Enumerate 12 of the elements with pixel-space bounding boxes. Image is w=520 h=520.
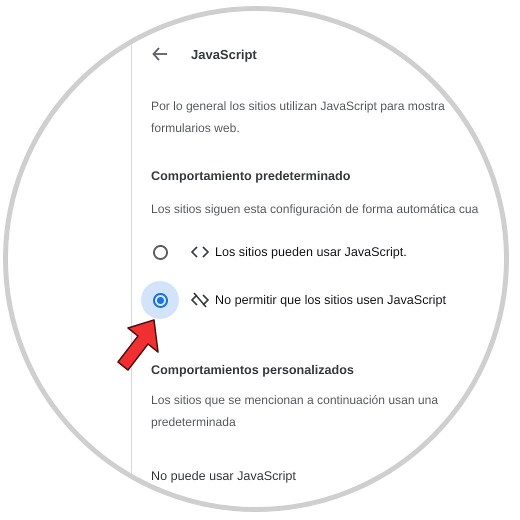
option-label: No permitir que los sitios usen JavaScript <box>215 293 446 307</box>
page-title: JavaScript <box>191 46 257 62</box>
code-icon <box>191 245 209 259</box>
list-heading: No puede usar JavaScript <box>151 469 296 483</box>
section-description: Los sitios que se mencionan a continuación usan una predeterminada <box>151 392 438 431</box>
code-off-icon <box>191 292 209 308</box>
radio-button[interactable] <box>141 281 179 319</box>
intro-text: Por lo general los sitios utilizan JavaScript para mostra formularios web. <box>151 98 445 137</box>
option-label: Los sitios pueden usar JavaScript. <box>215 245 407 259</box>
section-description: Los sitios siguen esta configuración de forma automática cua <box>151 201 478 218</box>
section-heading: Comportamiento predeterminado <box>151 169 350 183</box>
section-heading: Comportamientos personalizados <box>151 363 354 377</box>
